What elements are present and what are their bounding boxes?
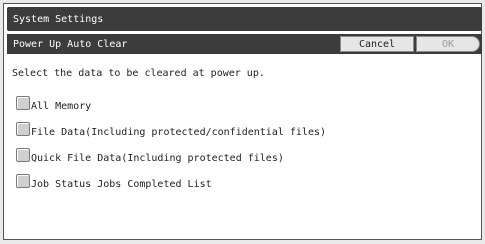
option-label: File Data(Including protected/confidenti… bbox=[31, 127, 327, 138]
window-title: System Settings bbox=[13, 13, 104, 25]
settings-panel: System Settings Power Up Auto Clear Canc… bbox=[3, 3, 482, 240]
checkbox[interactable] bbox=[16, 148, 30, 162]
option-quick-file-data[interactable]: Quick File Data(Including protected file… bbox=[16, 144, 326, 164]
ok-button[interactable]: OK bbox=[416, 36, 480, 52]
clear-options-list: All Memory File Data(Including protected… bbox=[16, 92, 326, 196]
checkbox[interactable] bbox=[16, 122, 30, 136]
option-label: Quick File Data(Including protected file… bbox=[31, 153, 284, 164]
cancel-button[interactable]: Cancel bbox=[340, 36, 414, 52]
checkbox[interactable] bbox=[16, 174, 30, 188]
window-titlebar: System Settings bbox=[7, 7, 482, 31]
screen-title: Power Up Auto Clear bbox=[13, 38, 128, 50]
instruction-text: Select the data to be cleared at power u… bbox=[12, 68, 265, 79]
option-all-memory[interactable]: All Memory bbox=[16, 92, 326, 112]
option-job-status-list[interactable]: Job Status Jobs Completed List bbox=[16, 170, 326, 190]
option-label: All Memory bbox=[31, 101, 92, 112]
checkbox[interactable] bbox=[16, 96, 30, 110]
screen-header: Power Up Auto Clear Cancel OK bbox=[7, 34, 482, 54]
option-label: Job Status Jobs Completed List bbox=[31, 179, 212, 190]
option-file-data[interactable]: File Data(Including protected/confidenti… bbox=[16, 118, 327, 138]
